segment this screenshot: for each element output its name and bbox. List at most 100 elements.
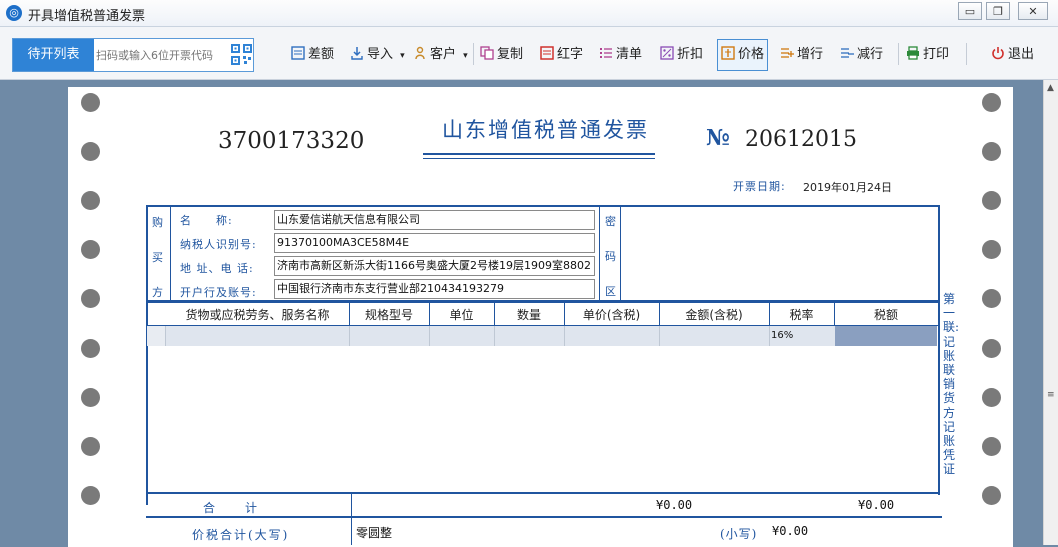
perforation-hole [81,437,100,456]
window-title: 开具增值税普通发票 [28,9,146,24]
buyer-bank-field[interactable]: 中国银行济南市东支行营业部210434193279 [274,279,595,299]
cell-qty[interactable] [495,326,565,346]
toolbar-separator [473,43,474,65]
grand-small-label: (小写) [720,527,758,541]
column-header-price: 单价(含税) [582,308,641,322]
perforation-hole [81,142,100,161]
toolbar-separator [898,43,899,65]
date-label: 开票日期: [733,180,786,193]
customer-dropdown-icon[interactable]: ▾ [463,51,468,61]
diff-button[interactable]: 差额 [291,41,334,69]
number-symbol: № [706,125,730,151]
add-row-icon [781,48,794,58]
perforation-hole [982,240,1001,259]
print-button[interactable]: 打印 [906,41,949,69]
grand-total-label: 价税合计(大写) [192,528,290,542]
cell-tax[interactable] [835,326,937,346]
scroll-up-icon[interactable]: ▲ [1047,83,1054,93]
delete-row-button[interactable]: 减行 [840,41,883,69]
column-header-rate: 税率 [789,308,814,322]
import-button[interactable]: 导入 ▾ [350,41,405,69]
cipher-divider [599,205,600,301]
customer-icon [415,46,425,60]
invoice-window: ◎ 开具增值税普通发票 ▭ ❐ ✕ 待开列表 差额 导入 [0,0,1058,547]
add-row-label: 增行 [797,47,824,62]
perforation-hole [982,486,1001,505]
perforation-hole [81,339,100,358]
perforation-hole [81,289,100,308]
close-button[interactable]: ✕ [1018,2,1048,20]
perforation-hole [982,388,1001,407]
grand-total-border [146,516,942,518]
customer-button[interactable]: 客户 ▾ [413,41,468,69]
scroll-grip-icon[interactable]: ≡ [1047,390,1055,400]
print-label: 打印 [923,47,950,62]
price-button[interactable]: 价格 [717,39,769,71]
goods-table-top [146,302,940,303]
import-icon [351,47,363,60]
exit-button[interactable]: 退出 [991,41,1034,69]
qr-code-icon[interactable] [231,44,252,65]
import-dropdown-icon[interactable]: ▾ [400,51,405,61]
minimize-button[interactable]: ▭ [958,2,982,20]
title-underline [423,153,655,155]
buyer-side-char: 购 [152,216,163,229]
vertical-scrollbar[interactable]: ▲ ≡ [1043,80,1058,545]
cipher-divider [620,205,621,301]
table-row[interactable] [147,326,937,346]
red-document-icon [540,46,554,60]
buyer-name-field[interactable]: 山东爱信诺航天信息有限公司 [274,210,595,230]
buyer-side-divider [170,205,171,301]
power-icon [992,47,1004,60]
perforation-hole [982,191,1001,210]
grand-total-small: ¥0.00 [772,524,809,538]
buyer-name-label: 名 称: [180,214,233,227]
list-icon [600,48,612,58]
cell-rate[interactable]: 16% [771,330,793,341]
buyer-address-field[interactable]: 济南市高新区新泺大街1166号奥盛大厦2号楼19层1909室8802 [274,256,595,276]
perforation-hole [81,93,100,112]
add-row-button[interactable]: 增行 [780,41,823,69]
copy-button[interactable]: 复制 [480,41,523,69]
cipher-char: 码 [605,250,616,263]
totals-divider [351,492,352,517]
copy-note: 第一联:记账联 销货方记账凭证 [943,292,960,477]
perforation-hole [982,142,1001,161]
cell-unit[interactable] [430,326,495,346]
list-label: 清单 [616,47,643,62]
cipher-char: 密 [605,215,616,228]
buyer-side-char: 买 [152,251,163,264]
cell-name[interactable] [166,326,350,346]
customer-label: 客户 [430,47,457,62]
invoice-date: 2019年01月24日 [803,181,892,194]
pending-search-box: 待开列表 [12,38,254,72]
buyer-taxid-field[interactable]: 91370100MA3CE58M4E [274,233,595,253]
restore-button[interactable]: ❐ [986,2,1010,20]
import-label: 导入 [367,47,394,62]
cell-spec[interactable] [350,326,430,346]
delete-row-label: 减行 [857,47,884,62]
discount-button[interactable]: 折扣 [660,41,703,69]
cell-price[interactable] [565,326,660,346]
perforation-hole [81,486,100,505]
invoice-title: 山东增值税普通发票 [442,118,649,142]
copy-label: 复制 [497,47,524,62]
toolbar-separator [966,43,967,65]
invoice-number: 20612015 [745,127,857,152]
list-button[interactable]: 清单 [599,41,642,69]
copy-icon [480,46,494,60]
row-selector[interactable] [147,326,166,346]
buyer-taxid-label: 纳税人识别号: [180,238,257,251]
price-icon [721,46,735,60]
red-invoice-button[interactable]: 红字 [540,41,583,69]
table-right-border [938,205,940,495]
diff-label: 差额 [308,47,335,62]
column-header-unit: 单位 [449,308,474,322]
discount-icon [660,46,674,60]
perforation-hole [982,93,1001,112]
document-lines-icon [291,46,305,60]
cell-amount[interactable] [660,326,770,346]
scan-code-input[interactable] [96,45,226,65]
pending-list-button[interactable]: 待开列表 [13,39,94,71]
column-header-tax: 税额 [873,308,898,322]
